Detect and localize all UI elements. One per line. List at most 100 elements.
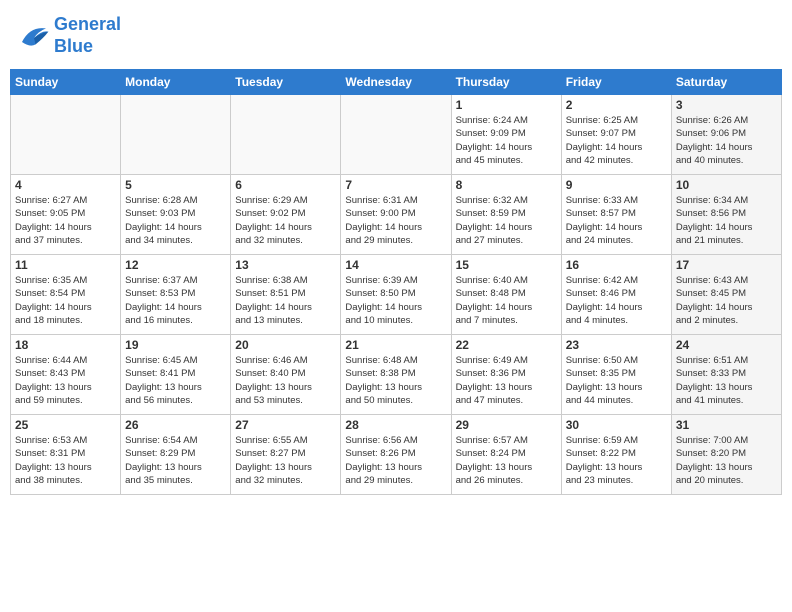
day-number: 31 — [676, 418, 777, 432]
day-info: Sunrise: 6:56 AM Sunset: 8:26 PM Dayligh… — [345, 434, 446, 487]
day-info: Sunrise: 6:24 AM Sunset: 9:09 PM Dayligh… — [456, 114, 557, 167]
day-info: Sunrise: 6:33 AM Sunset: 8:57 PM Dayligh… — [566, 194, 667, 247]
calendar-week-row: 18 Sunrise: 6:44 AM Sunset: 8:43 PM Dayli… — [11, 335, 782, 415]
day-info: Sunrise: 6:25 AM Sunset: 9:07 PM Dayligh… — [566, 114, 667, 167]
day-number: 9 — [566, 178, 667, 192]
day-number: 18 — [15, 338, 116, 352]
day-info: Sunrise: 6:50 AM Sunset: 8:35 PM Dayligh… — [566, 354, 667, 407]
day-number: 16 — [566, 258, 667, 272]
day-number: 8 — [456, 178, 557, 192]
day-number: 22 — [456, 338, 557, 352]
calendar-cell: 13 Sunrise: 6:38 AM Sunset: 8:51 PM Dayli… — [231, 255, 341, 335]
day-number: 1 — [456, 98, 557, 112]
day-info: Sunrise: 6:38 AM Sunset: 8:51 PM Dayligh… — [235, 274, 336, 327]
calendar-cell: 6 Sunrise: 6:29 AM Sunset: 9:02 PM Daylig… — [231, 175, 341, 255]
calendar-cell: 23 Sunrise: 6:50 AM Sunset: 8:35 PM Dayli… — [561, 335, 671, 415]
day-number: 12 — [125, 258, 226, 272]
calendar-cell — [341, 95, 451, 175]
day-number: 19 — [125, 338, 226, 352]
day-number: 3 — [676, 98, 777, 112]
calendar-week-row: 4Sunrise: 6:27 AM Sunset: 9:05 PM Daylig… — [11, 175, 782, 255]
day-info: Sunrise: 6:54 AM Sunset: 8:29 PM Dayligh… — [125, 434, 226, 487]
day-info: Sunrise: 6:40 AM Sunset: 8:48 PM Dayligh… — [456, 274, 557, 327]
calendar-cell: 2 Sunrise: 6:25 AM Sunset: 9:07 PM Daylig… — [561, 95, 671, 175]
calendar-cell: 22 Sunrise: 6:49 AM Sunset: 8:36 PM Dayli… — [451, 335, 561, 415]
day-of-week-header: Sunday — [11, 70, 121, 95]
day-info: Sunrise: 6:31 AM Sunset: 9:00 PM Dayligh… — [345, 194, 446, 247]
calendar-cell: 5 Sunrise: 6:28 AM Sunset: 9:03 PM Daylig… — [121, 175, 231, 255]
day-info: Sunrise: 6:27 AM Sunset: 9:05 PM Dayligh… — [15, 194, 116, 247]
calendar-cell: 20Sunrise: 6:46 AM Sunset: 8:40 PM Dayli… — [231, 335, 341, 415]
day-of-week-header: Tuesday — [231, 70, 341, 95]
calendar-week-row: 25 Sunrise: 6:53 AM Sunset: 8:31 PM Dayli… — [11, 415, 782, 495]
calendar-cell: 17Sunrise: 6:43 AM Sunset: 8:45 PM Dayli… — [671, 255, 781, 335]
day-number: 23 — [566, 338, 667, 352]
day-number: 30 — [566, 418, 667, 432]
day-info: Sunrise: 6:42 AM Sunset: 8:46 PM Dayligh… — [566, 274, 667, 327]
calendar-table: SundayMondayTuesdayWednesdayThursdayFrid… — [10, 69, 782, 495]
calendar-cell: 27 Sunrise: 6:55 AM Sunset: 8:27 PM Dayli… — [231, 415, 341, 495]
day-number: 15 — [456, 258, 557, 272]
calendar-cell: 19 Sunrise: 6:45 AM Sunset: 8:41 PM Dayli… — [121, 335, 231, 415]
day-number: 10 — [676, 178, 777, 192]
logo: General Blue — [18, 14, 121, 57]
day-number: 26 — [125, 418, 226, 432]
day-number: 28 — [345, 418, 446, 432]
day-info: Sunrise: 6:26 AM Sunset: 9:06 PM Dayligh… — [676, 114, 777, 167]
day-info: Sunrise: 6:46 AM Sunset: 8:40 PM Dayligh… — [235, 354, 336, 407]
day-number: 13 — [235, 258, 336, 272]
day-info: Sunrise: 6:34 AM Sunset: 8:56 PM Dayligh… — [676, 194, 777, 247]
calendar-cell — [11, 95, 121, 175]
calendar-cell: 30 Sunrise: 6:59 AM Sunset: 8:22 PM Dayli… — [561, 415, 671, 495]
calendar-cell: 14Sunrise: 6:39 AM Sunset: 8:50 PM Dayli… — [341, 255, 451, 335]
day-info: Sunrise: 6:35 AM Sunset: 8:54 PM Dayligh… — [15, 274, 116, 327]
calendar-cell: 15 Sunrise: 6:40 AM Sunset: 8:48 PM Dayli… — [451, 255, 561, 335]
day-info: Sunrise: 6:57 AM Sunset: 8:24 PM Dayligh… — [456, 434, 557, 487]
day-info: Sunrise: 6:48 AM Sunset: 8:38 PM Dayligh… — [345, 354, 446, 407]
day-number: 25 — [15, 418, 116, 432]
day-of-week-header: Saturday — [671, 70, 781, 95]
day-number: 6 — [235, 178, 336, 192]
day-of-week-header: Friday — [561, 70, 671, 95]
calendar-cell: 21 Sunrise: 6:48 AM Sunset: 8:38 PM Dayli… — [341, 335, 451, 415]
logo-text: General Blue — [54, 14, 121, 57]
day-info: Sunrise: 6:37 AM Sunset: 8:53 PM Dayligh… — [125, 274, 226, 327]
day-of-week-header: Monday — [121, 70, 231, 95]
calendar-cell: 24Sunrise: 6:51 AM Sunset: 8:33 PM Dayli… — [671, 335, 781, 415]
calendar-cell: 28 Sunrise: 6:56 AM Sunset: 8:26 PM Dayli… — [341, 415, 451, 495]
calendar-cell: 25 Sunrise: 6:53 AM Sunset: 8:31 PM Dayli… — [11, 415, 121, 495]
calendar-week-row: 1 Sunrise: 6:24 AM Sunset: 9:09 PM Daylig… — [11, 95, 782, 175]
day-info: Sunrise: 6:45 AM Sunset: 8:41 PM Dayligh… — [125, 354, 226, 407]
calendar-cell: 29Sunrise: 6:57 AM Sunset: 8:24 PM Dayli… — [451, 415, 561, 495]
day-info: Sunrise: 6:51 AM Sunset: 8:33 PM Dayligh… — [676, 354, 777, 407]
day-info: Sunrise: 7:00 AM Sunset: 8:20 PM Dayligh… — [676, 434, 777, 487]
day-info: Sunrise: 6:32 AM Sunset: 8:59 PM Dayligh… — [456, 194, 557, 247]
day-of-week-header: Thursday — [451, 70, 561, 95]
calendar-cell: 26 Sunrise: 6:54 AM Sunset: 8:29 PM Dayli… — [121, 415, 231, 495]
calendar-cell: 31 Sunrise: 7:00 AM Sunset: 8:20 PM Dayli… — [671, 415, 781, 495]
calendar-cell: 1 Sunrise: 6:24 AM Sunset: 9:09 PM Daylig… — [451, 95, 561, 175]
day-info: Sunrise: 6:28 AM Sunset: 9:03 PM Dayligh… — [125, 194, 226, 247]
calendar-cell: 7 Sunrise: 6:31 AM Sunset: 9:00 PM Daylig… — [341, 175, 451, 255]
day-info: Sunrise: 6:44 AM Sunset: 8:43 PM Dayligh… — [15, 354, 116, 407]
day-number: 2 — [566, 98, 667, 112]
day-number: 27 — [235, 418, 336, 432]
day-info: Sunrise: 6:53 AM Sunset: 8:31 PM Dayligh… — [15, 434, 116, 487]
day-info: Sunrise: 6:55 AM Sunset: 8:27 PM Dayligh… — [235, 434, 336, 487]
calendar-cell: 11Sunrise: 6:35 AM Sunset: 8:54 PM Dayli… — [11, 255, 121, 335]
day-info: Sunrise: 6:29 AM Sunset: 9:02 PM Dayligh… — [235, 194, 336, 247]
day-number: 7 — [345, 178, 446, 192]
day-number: 14 — [345, 258, 446, 272]
day-info: Sunrise: 6:49 AM Sunset: 8:36 PM Dayligh… — [456, 354, 557, 407]
calendar-header-row: SundayMondayTuesdayWednesdayThursdayFrid… — [11, 70, 782, 95]
day-number: 5 — [125, 178, 226, 192]
day-info: Sunrise: 6:59 AM Sunset: 8:22 PM Dayligh… — [566, 434, 667, 487]
day-number: 21 — [345, 338, 446, 352]
calendar-cell: 16 Sunrise: 6:42 AM Sunset: 8:46 PM Dayli… — [561, 255, 671, 335]
calendar-cell: 8 Sunrise: 6:32 AM Sunset: 8:59 PM Daylig… — [451, 175, 561, 255]
day-info: Sunrise: 6:43 AM Sunset: 8:45 PM Dayligh… — [676, 274, 777, 327]
day-of-week-header: Wednesday — [341, 70, 451, 95]
page-header: General Blue — [10, 10, 782, 61]
calendar-cell — [231, 95, 341, 175]
calendar-cell: 18 Sunrise: 6:44 AM Sunset: 8:43 PM Dayli… — [11, 335, 121, 415]
